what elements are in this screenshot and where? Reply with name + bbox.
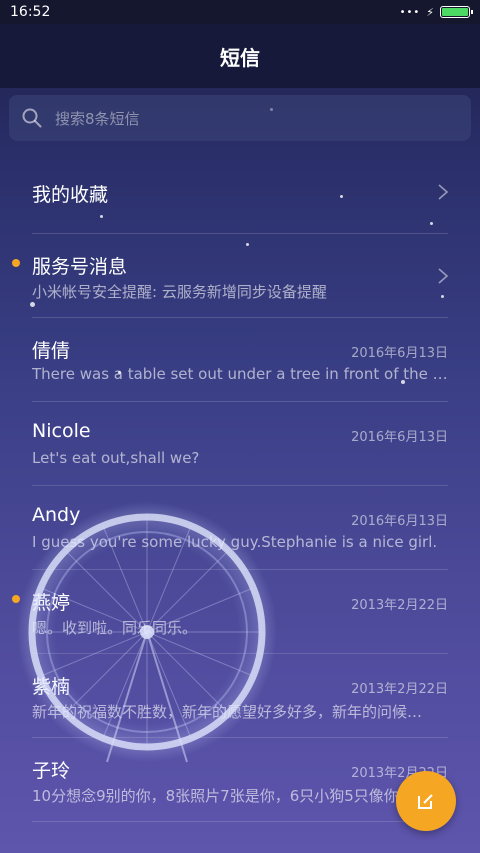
unread-indicator <box>12 595 20 603</box>
conversation-row[interactable]: 倩倩 2016年6月13日 There was a table set out … <box>0 318 480 402</box>
divider <box>32 821 448 822</box>
service-messages-row[interactable]: 服务号消息 小米帐号安全提醒: 云服务新增同步设备提醒 <box>0 234 480 318</box>
signal-icon: ••• <box>399 6 421 18</box>
compose-icon <box>418 794 433 809</box>
favorites-label: 我的收藏 <box>32 184 109 206</box>
message-preview: 嗯。收到啦。同乐同乐。 <box>32 619 198 637</box>
battery-level <box>442 8 468 16</box>
app-header: 短信 <box>0 24 480 88</box>
message-date: 2013年2月22日 <box>351 598 448 613</box>
contact-name: 倩倩 <box>32 340 71 362</box>
conversation-row[interactable]: 燕婷 2013年2月22日 嗯。收到啦。同乐同乐。 <box>0 570 480 654</box>
message-date: 2013年2月22日 <box>351 682 448 697</box>
message-preview: 10分想念9别的你，8张照片7张是你，6只小狗5只像你 <box>32 787 399 805</box>
compose-button[interactable] <box>396 771 456 831</box>
service-preview: 小米帐号安全提醒: 云服务新增同步设备提醒 <box>32 283 327 301</box>
service-name: 服务号消息 <box>32 256 128 278</box>
contact-name: 紫楠 <box>32 676 71 698</box>
message-preview: There was a table set out under a tree i… <box>32 365 448 383</box>
conversation-row[interactable]: Andy 2016年6月13日 I guess you're some luck… <box>0 486 480 570</box>
message-date: 2016年6月13日 <box>351 346 448 361</box>
message-date: 2016年6月13日 <box>351 430 448 445</box>
charging-icon: ⚡ <box>426 5 434 19</box>
contact-name: Andy <box>32 504 81 526</box>
message-preview: Let's eat out,shall we? <box>32 449 200 467</box>
message-date: 2016年6月13日 <box>351 514 448 529</box>
chevron-right-icon <box>438 268 449 284</box>
search-icon <box>22 108 42 128</box>
message-preview: I guess you're some lucky guy.Stephanie … <box>32 533 438 551</box>
conversation-row[interactable]: Nicole 2016年6月13日 Let's eat out,shall we… <box>0 402 480 486</box>
unread-indicator <box>12 259 20 267</box>
search-placeholder: 搜索8条短信 <box>55 109 140 128</box>
status-bar: 16:52 ••• ⚡ <box>0 0 480 24</box>
contact-name: Nicole <box>32 420 91 442</box>
battery-icon <box>440 6 473 18</box>
chevron-right-icon <box>438 184 449 200</box>
contact-name: 燕婷 <box>32 592 71 614</box>
status-time: 16:52 <box>10 4 51 20</box>
message-preview: 新年的祝福数不胜数，新年的愿望好多好多，新年的问候… <box>32 703 423 721</box>
favorites-row[interactable]: 我的收藏 <box>0 150 480 234</box>
conversation-row[interactable]: 紫楠 2013年2月22日 新年的祝福数不胜数，新年的愿望好多好多，新年的问候… <box>0 654 480 738</box>
status-indicators: ••• ⚡ <box>399 5 473 19</box>
search-input[interactable]: 搜索8条短信 <box>9 95 471 141</box>
page-title: 短信 <box>220 45 260 70</box>
contact-name: 子玲 <box>32 760 71 782</box>
